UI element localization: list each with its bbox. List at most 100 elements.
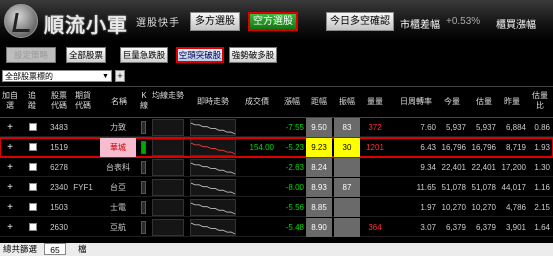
intraday-sparkline (190, 119, 236, 136)
cell-fut (72, 218, 94, 237)
cell-turnover: 11.65 (416, 183, 436, 192)
chevron-down-icon[interactable]: ▼ (101, 71, 110, 81)
col-ma-trend[interactable]: 均線走勢 (152, 91, 184, 101)
intraday-sparkline (190, 179, 236, 196)
logo-icon (4, 4, 38, 38)
k-bar-icon (141, 161, 146, 174)
cell-code: 6278 (50, 163, 68, 172)
track-checkbox[interactable] (29, 223, 37, 231)
k-bar-icon (141, 201, 146, 214)
col-code[interactable]: 股票代碼 (48, 91, 70, 111)
ma-trend-sparkline (152, 179, 184, 196)
cell-b (334, 158, 360, 177)
col-chg[interactable]: 漲幅 (280, 97, 304, 107)
cell-today: 6,379 (445, 223, 466, 232)
table-row[interactable]: +1519 華城 154.00 -5.23 9.23 30 1201 6.43 16,796 16… (0, 137, 553, 158)
bear-breakout-button[interactable]: 空頭突破股 (176, 47, 224, 63)
col-price[interactable]: 成交價 (240, 97, 274, 107)
bull-screen-button[interactable]: 多方選股 (190, 12, 240, 31)
cell-a: 8.85 (306, 198, 332, 217)
table-row[interactable]: +6278 台表科 -2.63 8.24 9.34 22,401 22,401 17,200 1… (0, 158, 553, 177)
cell-vol: 364 (368, 223, 382, 232)
col-track[interactable]: 追蹤 (26, 91, 38, 111)
intraday-sparkline (190, 219, 236, 236)
cell-price (240, 198, 274, 217)
brand-subtitle: 選股快手 (136, 18, 180, 29)
set-strategy-button[interactable]: 設定策略 (6, 47, 56, 63)
col-today-vol[interactable]: 今量 (438, 97, 466, 107)
add-watchlist-icon[interactable]: + (4, 198, 16, 217)
table-row[interactable]: +2630 亞航 -5.48 8.90 364 3.07 6,379 6,379 3,901 1.… (0, 218, 553, 237)
cell-fut (72, 158, 94, 177)
col-est-ratio[interactable]: 估量比 (530, 91, 550, 111)
table-row[interactable]: +1503 士電 -5.56 8.85 1.97 10,270 10,270 4,786 2.1… (0, 198, 553, 217)
cell-a: 8.93 (306, 178, 332, 197)
cell-ratio: 2.15 (534, 203, 550, 212)
cell-a: 9.23 (306, 138, 332, 157)
cell-name: 亞航 (110, 223, 126, 232)
cell-code: 1503 (50, 203, 68, 212)
cell-turnover: 7.60 (420, 123, 436, 132)
col-amp-a[interactable]: 距幅 (306, 97, 332, 107)
cell-prev: 44,017 (501, 183, 526, 192)
col-intraday[interactable]: 即時走勢 (190, 97, 236, 107)
all-stocks-button[interactable]: 全部股票 (66, 47, 106, 63)
col-add[interactable]: 加自選 (2, 91, 18, 111)
col-est-vol[interactable]: 估量 (470, 97, 498, 107)
add-watchlist-icon[interactable]: + (4, 218, 16, 237)
cell-prev: 17,200 (501, 163, 526, 172)
col-vol[interactable]: 量量 (362, 97, 388, 107)
track-checkbox[interactable] (29, 203, 37, 211)
cell-price (240, 178, 274, 197)
cell-price (240, 118, 274, 137)
today-trend-button[interactable]: 今日多空確認 (326, 12, 394, 31)
table-row[interactable]: +3483 力致 -7.55 9.50 83 372 7.60 5,937 5,937 6,884… (0, 118, 553, 137)
col-fut-code[interactable]: 期貨代碼 (72, 91, 94, 111)
cell-chg: -5.48 (285, 223, 304, 232)
cell-b: 83 (334, 118, 360, 137)
track-checkbox[interactable] (29, 183, 37, 191)
cell-code: 2630 (50, 223, 68, 232)
cell-today: 16,796 (441, 143, 466, 152)
col-turnover[interactable]: 日周轉率 (396, 97, 436, 107)
col-amp-b[interactable]: 振幅 (334, 97, 360, 107)
app-header: 順流小軍 選股快手 多方選股 空方選股 今日多空確認 市櫃差幅 +0.53% 櫃… (0, 0, 553, 42)
col-prev-vol[interactable]: 昨量 (498, 97, 526, 107)
cell-code: 3483 (50, 123, 68, 132)
cell-a: 8.24 (306, 158, 332, 177)
cell-ratio: 1.64 (534, 223, 550, 232)
cell-turnover: 6.43 (420, 143, 436, 152)
col-k[interactable]: K線 (140, 91, 148, 111)
intraday-sparkline (190, 199, 236, 216)
total-filtered-count: 65 (44, 243, 66, 255)
filter-bar: 全部股票標的 ▼ + (0, 68, 553, 84)
add-watchlist-icon[interactable]: + (4, 118, 16, 137)
intraday-sparkline (190, 159, 236, 176)
cell-vol: 1201 (366, 143, 384, 152)
cell-chg: -2.63 (285, 163, 304, 172)
cell-est: 16,796 (471, 143, 496, 152)
k-bar-icon (141, 121, 146, 134)
stock-universe-select[interactable]: 全部股票標的 ▼ (2, 70, 112, 82)
cell-vol: 372 (368, 123, 382, 132)
cell-turnover: 9.34 (420, 163, 436, 172)
strategy-toolbar: 設定策略 全部股票 巨量急跌股 空頭突破股 強勢破多股 (0, 42, 553, 68)
add-watchlist-icon[interactable]: + (4, 138, 16, 157)
track-checkbox[interactable] (29, 123, 37, 131)
cell-ratio: 1.16 (534, 183, 550, 192)
table-row[interactable]: +2340 FYF1 台亞 -8.00 8.93 87 11.65 51,078 51,078 4… (0, 178, 553, 197)
track-checkbox[interactable] (29, 163, 37, 171)
cell-est: 6,379 (475, 223, 496, 232)
track-checkbox[interactable] (29, 143, 37, 151)
ma-trend-sparkline (152, 119, 184, 136)
col-name[interactable]: 名稱 (104, 97, 134, 107)
add-watchlist-icon[interactable]: + (4, 158, 16, 177)
sharp-drop-button[interactable]: 巨量急跌股 (120, 47, 168, 63)
cell-vol (362, 178, 388, 197)
bear-screen-button[interactable]: 空方選股 (248, 12, 298, 31)
add-watchlist-icon[interactable]: + (4, 178, 16, 197)
weak-to-strong-button[interactable]: 強勢破多股 (229, 47, 277, 63)
add-filter-button[interactable]: + (115, 70, 125, 82)
cell-est: 51,078 (471, 183, 496, 192)
brand-title: 順流小軍 (44, 13, 128, 37)
